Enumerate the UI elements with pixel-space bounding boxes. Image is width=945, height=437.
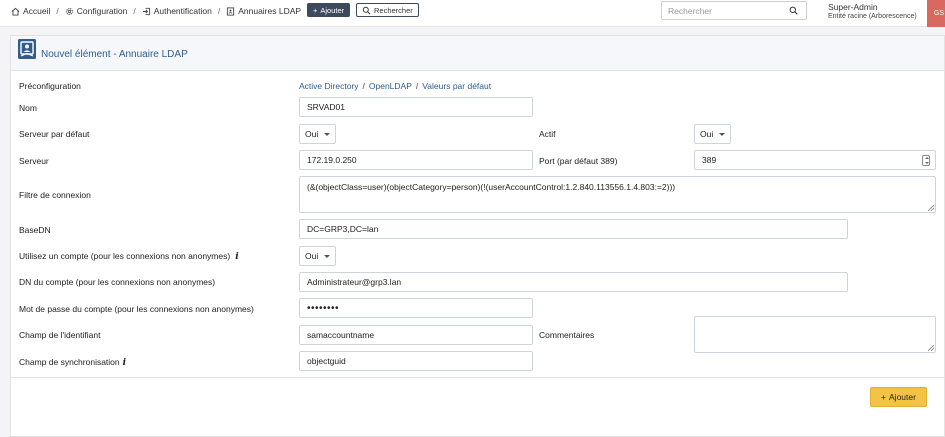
home-icon — [11, 7, 20, 16]
port-label: Port (par défaut 389) — [539, 156, 618, 166]
breadcrumb-authentification-label: Authentification — [153, 6, 212, 16]
server-label: Serveur — [19, 156, 49, 166]
active-label: Actif — [539, 129, 556, 139]
add-button-label: Ajouter — [320, 5, 345, 15]
chevron-down-icon — [324, 133, 330, 136]
page-title: Nouvel élément - Annuaire LDAP — [41, 49, 188, 60]
use-account-select[interactable]: Oui — [299, 246, 336, 266]
sync-field-label-text: Champ de synchronisation — [19, 357, 120, 367]
filter-value: (&(objectClass=user)(objectCategory=pers… — [307, 182, 676, 192]
preconfig-label: Préconfiguration — [19, 81, 81, 91]
form-header: Nouvel élément - Annuaire LDAP — [11, 36, 944, 71]
search-icon — [362, 6, 371, 14]
breadcrumb-separator: / — [217, 6, 221, 16]
search-button[interactable]: Rechercher — [356, 3, 419, 17]
info-icon[interactable]: i — [123, 358, 126, 368]
breadcrumb: Accueil / Configuration / Authentificati… — [11, 6, 301, 16]
active-value: Oui — [700, 129, 714, 139]
link-separator: / — [362, 81, 365, 91]
preconfig-openldap-link[interactable]: OpenLDAP — [369, 81, 412, 91]
basedn-label: BaseDN — [19, 225, 51, 235]
name-label: Nom — [19, 103, 37, 113]
avatar[interactable]: GS — [927, 0, 945, 27]
link-separator: / — [415, 81, 419, 91]
account-dn-label: DN du compte (pour les connexions non an… — [19, 277, 216, 287]
comments-label: Commentaires — [539, 330, 595, 340]
default-server-value: Oui — [305, 129, 319, 139]
active-select[interactable]: Oui — [694, 124, 731, 144]
sync-field-label: Champ de synchronisation i — [19, 357, 126, 368]
form-divider — [11, 377, 945, 378]
plus-icon: + — [881, 392, 887, 402]
use-account-label-text: Utilisez un compte (pour les connexions … — [19, 251, 231, 261]
global-search-input[interactable] — [662, 2, 780, 19]
sign-in-icon — [142, 7, 150, 15]
name-field[interactable]: SRVAD01 — [299, 97, 533, 117]
user-menu[interactable]: Super-Admin Entité racine (Arborescence) — [828, 2, 917, 22]
add-button[interactable]: + Ajouter — [307, 3, 351, 17]
login-field-label: Champ de l'identifiant — [19, 330, 101, 340]
address-book-icon — [227, 6, 235, 16]
user-name: Super-Admin — [828, 2, 878, 12]
global-search — [661, 1, 807, 20]
search-button-label: Rechercher — [374, 5, 413, 15]
password-field[interactable]: •••••••• — [299, 298, 533, 318]
submit-add-button[interactable]: + Ajouter — [870, 387, 927, 407]
default-server-label: Serveur par défaut — [19, 129, 90, 139]
breadcrumb-home[interactable]: Accueil — [11, 6, 50, 16]
preconfig-defaults-link[interactable]: Valeurs par défaut — [422, 81, 491, 91]
comments-textarea[interactable] — [694, 316, 936, 353]
preconfig-active-directory-link[interactable]: Active Directory — [299, 81, 359, 91]
breadcrumb-configuration[interactable]: Configuration — [65, 6, 128, 16]
chevron-down-icon — [324, 255, 330, 258]
basedn-field[interactable]: DC=GRP3,DC=lan — [299, 219, 848, 239]
chevron-down-icon — [719, 133, 725, 136]
search-icon[interactable] — [789, 6, 798, 15]
use-account-label: Utilisez un compte (pour les connexions … — [19, 251, 239, 262]
resize-handle-icon[interactable] — [928, 205, 934, 211]
gear-icon — [65, 7, 73, 15]
user-entity: Entité racine (Arborescence) — [828, 13, 917, 20]
breadcrumb-ldap[interactable]: Annuaires LDAP — [226, 6, 301, 16]
login-field-input[interactable]: samaccountname — [299, 325, 533, 345]
port-value: 389 — [702, 155, 717, 165]
breadcrumb-configuration-label: Configuration — [76, 6, 128, 16]
default-server-select[interactable]: Oui — [299, 124, 336, 144]
password-label: Mot de passe du compte (pour les connexi… — [19, 304, 254, 314]
breadcrumb-separator: / — [56, 6, 59, 16]
port-field[interactable]: 389 — [694, 150, 936, 170]
number-spinner-icon[interactable] — [922, 155, 930, 166]
server-field[interactable]: 172.19.0.250 — [299, 150, 533, 170]
plus-icon: + — [313, 5, 318, 15]
submit-add-label: Ajouter — [889, 392, 916, 402]
breadcrumb-authentification[interactable]: Authentification — [142, 6, 212, 16]
use-account-value: Oui — [305, 251, 319, 261]
preconfig-links: Active Directory / OpenLDAP / Valeurs par dé… — [299, 81, 491, 91]
filter-textarea[interactable]: (&(objectClass=user)(objectCategory=pers… — [299, 176, 936, 213]
breadcrumb-separator: / — [133, 6, 136, 16]
account-dn-field[interactable]: Administrateur@grp3.lan — [299, 272, 848, 292]
resize-handle-icon[interactable] — [928, 345, 934, 351]
breadcrumb-home-label: Accueil — [23, 6, 51, 16]
filter-label: Filtre de connexion — [19, 190, 91, 200]
top-bar: Accueil / Configuration / Authentificati… — [0, 0, 945, 27]
info-icon[interactable]: i — [235, 252, 238, 262]
sync-field-input[interactable]: objectguid — [299, 351, 533, 371]
breadcrumb-ldap-label: Annuaires LDAP — [238, 6, 302, 16]
address-book-icon — [18, 39, 36, 59]
